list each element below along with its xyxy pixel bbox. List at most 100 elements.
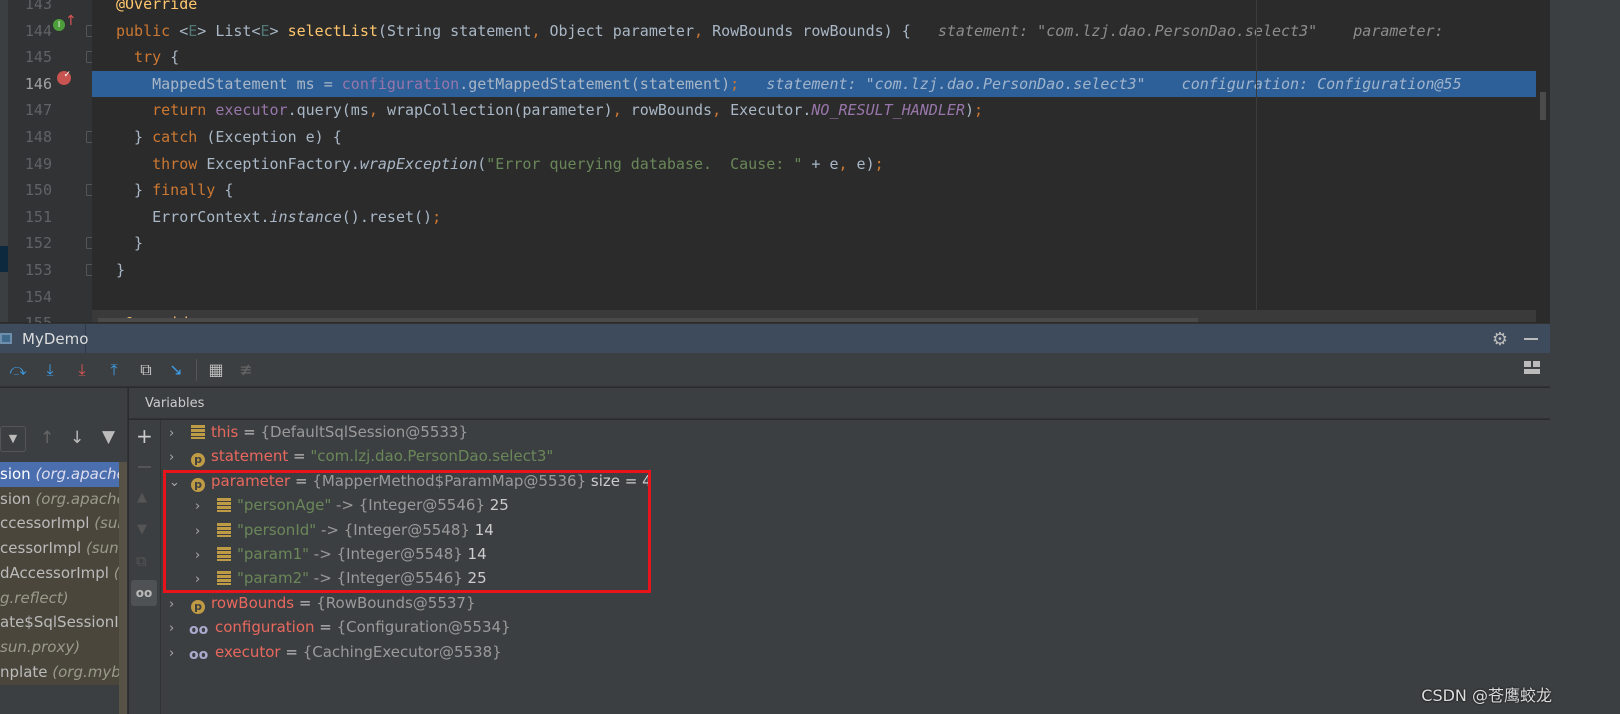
parameter-icon: p (191, 599, 205, 614)
code-token: Object parameter (549, 21, 695, 40)
minimize-icon[interactable] (1524, 338, 1538, 340)
stack-frame[interactable]: nplate (org.mybat (0, 659, 124, 685)
layout-settings-icon[interactable] (1524, 361, 1540, 375)
line-number: 148 (24, 128, 52, 146)
line-number: 144 (24, 21, 52, 40)
code-token: + e (802, 154, 839, 173)
variable-name: rowBounds (211, 593, 295, 612)
remove-watch-icon[interactable] (138, 466, 151, 468)
editor-vertical-scrollbar[interactable] (1536, 0, 1550, 322)
inline-debug-value: statement: "com.lzj.dao.PersonDao.select… (739, 74, 1462, 93)
code-token: Executor. (730, 101, 812, 120)
show-watches-toggle-icon[interactable]: oo (131, 580, 157, 606)
code-line: @Override (92, 0, 1536, 17)
frame-location: (org.apache.ib (35, 489, 124, 508)
implements-method-icon[interactable]: I (53, 19, 65, 31)
variable-row[interactable]: › this = {DefaultSqlSession@5533} (169, 420, 468, 444)
force-step-into-icon[interactable]: ⤓ (72, 360, 92, 380)
code-line: } (92, 257, 1536, 283)
gear-icon[interactable]: ⚙ (1492, 329, 1508, 350)
arrow-up-icon[interactable]: ↑ (40, 428, 54, 448)
code-token: ; (973, 101, 983, 120)
frame-method: ccessorImpl (0, 514, 95, 533)
line-number: 152 (24, 234, 52, 253)
code-token: , (368, 101, 387, 120)
code-editor[interactable]: @Override public <E> List<E> selectList(S… (92, 0, 1536, 322)
add-watch-icon[interactable]: + (136, 424, 153, 448)
code-token: } (116, 181, 153, 200)
stack-frame[interactable]: ate$SqlSessionInt (0, 610, 124, 636)
code-token: , (712, 101, 731, 120)
code-token: > List< (197, 21, 261, 40)
trace-stream-icon[interactable]: ≢ (236, 360, 256, 380)
stack-frame[interactable]: sion (org.apache.ib (0, 486, 124, 512)
line-number: 153 (24, 261, 52, 279)
stack-frame[interactable]: g.reflect) (0, 585, 124, 611)
run-to-cursor-icon[interactable]: ↘ (166, 360, 186, 380)
arrow-down-icon[interactable]: ↓ (70, 428, 84, 448)
move-up-icon[interactable]: ▲ (137, 490, 147, 505)
chevron-right-icon[interactable]: › (169, 446, 183, 470)
drop-frame-icon[interactable]: ⧉ (136, 360, 156, 380)
code-token: NO_RESULT_HANDLER (811, 101, 965, 120)
code-token: ( (477, 154, 487, 173)
variable-name: this (211, 423, 239, 441)
code-line: } finally { (92, 177, 1536, 203)
variable-row[interactable]: › oo executor = {CachingExecutor@5538} (169, 640, 502, 664)
code-token: (Exception e) { (206, 128, 342, 146)
code-token: wrapCollection(parameter) (386, 101, 613, 120)
overrides-arrow-icon[interactable]: ↑ (65, 13, 77, 29)
debug-tool-window-header: MyDemo × ⚙ (0, 323, 1550, 376)
line-number: 146 (24, 74, 52, 93)
code-token: selectList (287, 21, 378, 40)
step-over-icon[interactable]: ⤓ (40, 360, 60, 380)
code-token: < (179, 21, 189, 40)
code-line: return executor.query(ms, wrapCollection… (92, 97, 1536, 123)
project-selected-item[interactable] (0, 246, 8, 272)
code-token: ExceptionFactory. (206, 154, 360, 173)
move-down-icon[interactable]: ▼ (137, 522, 147, 537)
variable-row[interactable]: › p statement = "com.lzj.dao.PersonDao.sel… (169, 444, 553, 468)
code-token: configuration (341, 74, 460, 93)
chevron-right-icon[interactable]: › (169, 422, 183, 446)
stack-frame[interactable]: sun.proxy) (0, 634, 124, 660)
step-out-icon[interactable]: ⤒ (104, 360, 124, 380)
variable-value: {DefaultSqlSession@5533} (260, 423, 468, 441)
chevron-right-icon[interactable]: › (169, 617, 183, 641)
chevron-right-icon[interactable]: › (169, 642, 183, 666)
editor-horizontal-scrollbar[interactable] (98, 318, 1198, 322)
code-token: MappedStatement ms = (116, 74, 342, 93)
stack-frame[interactable]: ccessorImpl (sun.re (0, 511, 124, 537)
thread-selector-dropdown[interactable]: ▼ (0, 426, 26, 452)
filter-icon[interactable]: ▼ (102, 427, 115, 447)
code-token: finally (152, 181, 225, 200)
code-token: > (269, 21, 288, 40)
watermark: CSDN @苍鹰蛟龙 (1421, 686, 1552, 705)
variable-row[interactable]: › oo configuration = {Configuration@5534} (169, 615, 511, 639)
stack-frame[interactable]: sion (org.apache.ib (0, 462, 124, 487)
code-token: , (531, 21, 550, 40)
evaluate-expression-icon[interactable]: ▦ (206, 360, 226, 380)
code-line: throw ExceptionFactory.wrapException("Er… (92, 151, 1536, 177)
frame-method: nplate (0, 662, 53, 681)
duplicate-watch-icon[interactable]: ⧉ (136, 552, 147, 570)
code-token: catch (152, 128, 207, 146)
inline-debug-value: statement: "com.lzj.dao.PersonDao.select… (910, 21, 1453, 40)
code-token: ().reset() (341, 207, 433, 226)
frame-location: sun.proxy) (0, 637, 81, 656)
stack-frame[interactable]: cessorImpl (sun.ref (0, 536, 124, 562)
variable-value: {RowBounds@5537} (316, 593, 476, 612)
stack-frame[interactable]: dAccessorImpl (su (0, 560, 124, 586)
debug-toolbar: ⤼ ⤓ ⤓ ⤒ ⧉ ↘ ▦ ≢ (0, 353, 1550, 387)
debug-tab-mydemo[interactable]: MyDemo × (0, 324, 99, 376)
code-token: { (224, 181, 234, 200)
variable-row[interactable]: › p rowBounds = {RowBounds@5537} (169, 591, 476, 615)
frames-scrollbar[interactable] (119, 462, 127, 714)
chevron-right-icon[interactable]: › (169, 593, 183, 617)
code-token: } (116, 234, 144, 253)
show-execution-point-icon[interactable]: ⤼ (8, 360, 28, 380)
variable-name: statement (211, 447, 289, 466)
code-token: ; (874, 154, 884, 173)
frame-location: (org.apache.ib (35, 465, 124, 483)
breakpoint-icon[interactable]: ✓ (57, 71, 71, 85)
